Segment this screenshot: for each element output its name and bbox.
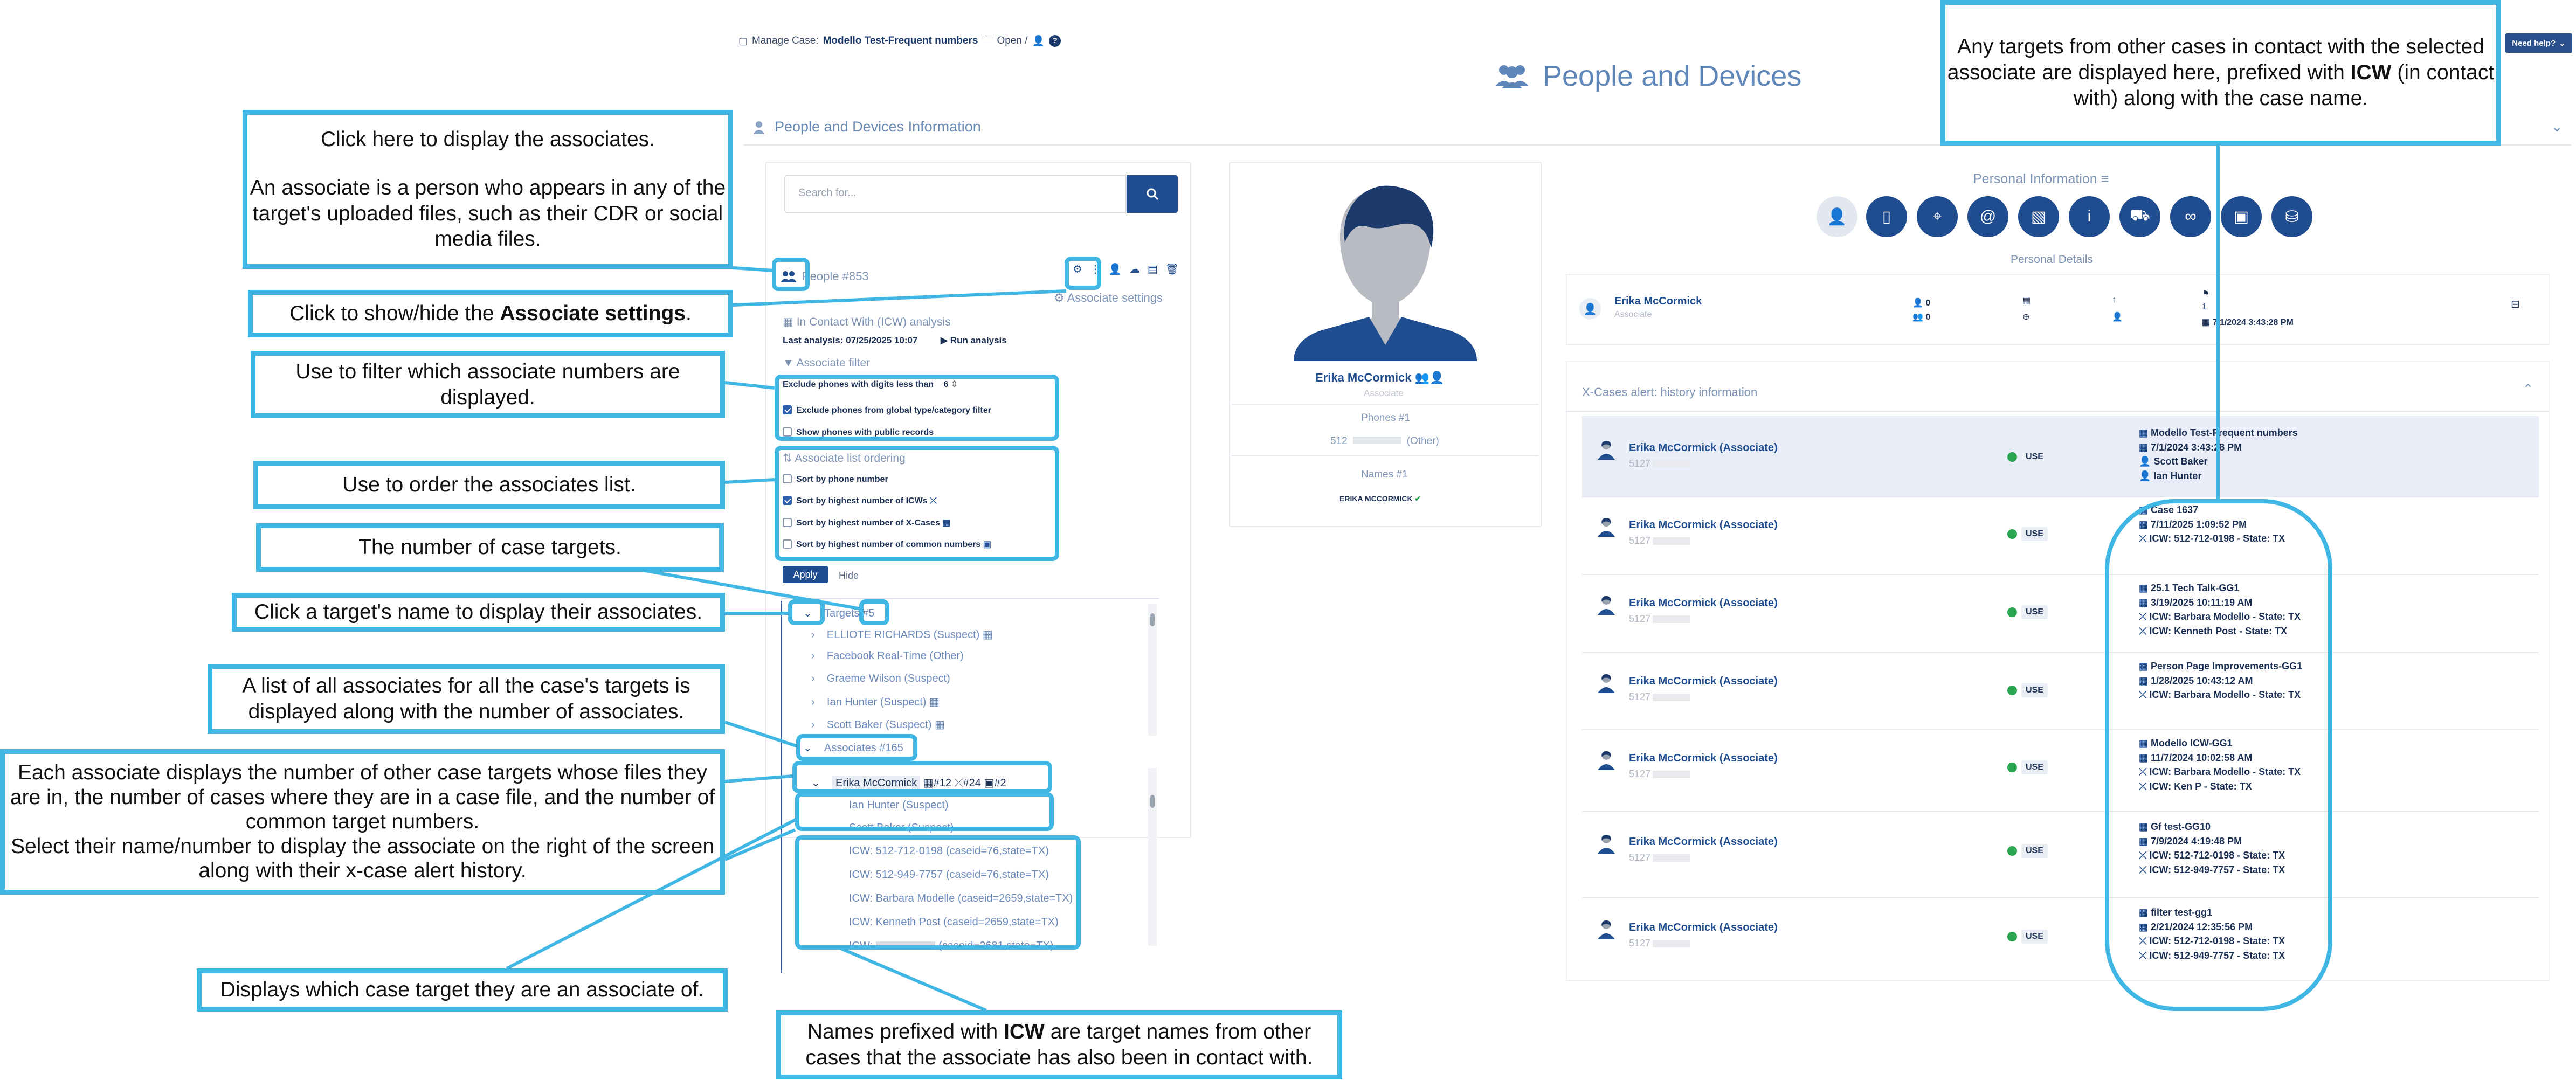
connector-lines: [506, 146, 2220, 1012]
page: ▢ Manage Case: Modello Test-Frequent num…: [0, 0, 2576, 1080]
